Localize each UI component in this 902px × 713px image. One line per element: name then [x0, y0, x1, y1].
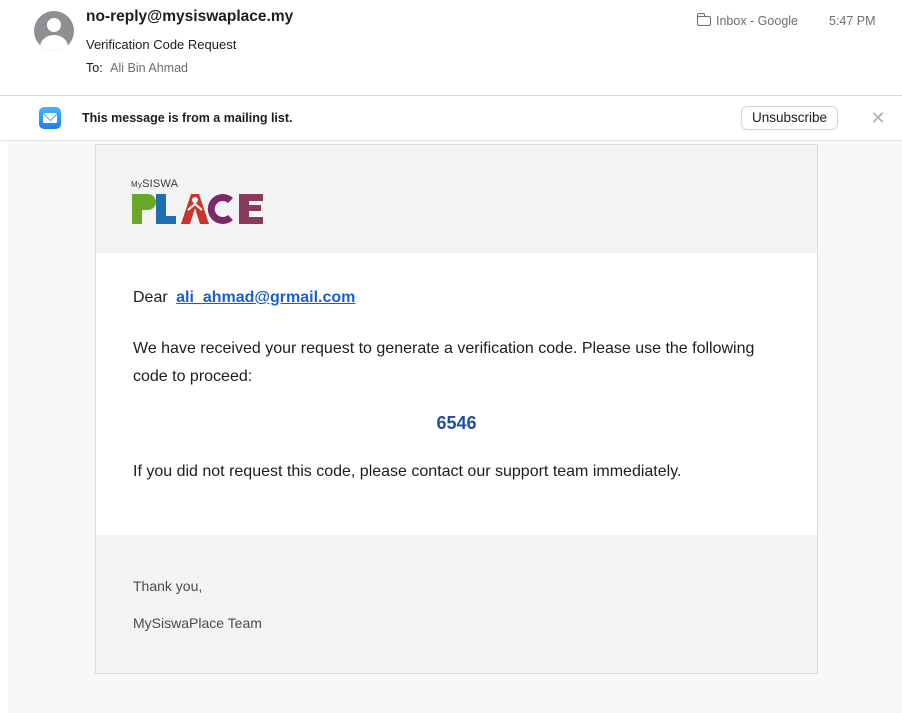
closing-thanks: Thank you,: [133, 578, 203, 594]
logo-word-graphic: [132, 194, 263, 224]
email-card-header: MySISWA: [96, 145, 817, 253]
avatar-body: [40, 35, 68, 51]
sender-avatar[interactable]: [34, 11, 74, 51]
mailing-list-notice: This message is from a mailing list.: [82, 111, 293, 125]
unsubscribe-button[interactable]: Unsubscribe: [741, 106, 839, 130]
envelope-icon: [43, 113, 57, 123]
folder-icon: [697, 13, 711, 26]
mysiswaplace-logo: MySISWA: [131, 178, 271, 234]
received-time: 5:47 PM: [829, 14, 876, 28]
recipient-email-link[interactable]: ali_ahmad@grmail.com: [176, 289, 355, 306]
sender-address[interactable]: no-reply@mysiswaplace.my: [86, 8, 293, 26]
to-label: To:: [86, 61, 103, 75]
email-card-footer: Thank you, MySiswaPlace Team: [96, 535, 817, 673]
mailbox-name: Inbox - Google: [716, 14, 798, 28]
greeting-prefix: Dear: [133, 289, 168, 306]
email-card: MySISWA Dear ali_ahmad@grmail.com We hav…: [95, 144, 818, 674]
message-subject: Verification Code Request: [86, 37, 237, 52]
email-card-body: Dear ali_ahmad@grmail.com We have receiv…: [96, 253, 817, 535]
mailbox-label[interactable]: Inbox - Google: [697, 13, 798, 28]
support-notice: If you did not request this code, please…: [133, 463, 682, 480]
avatar-head: [47, 18, 61, 32]
recipient-line: To: Ali Bin Ahmad: [86, 61, 188, 75]
message-header: no-reply@mysiswaplace.my Verification Co…: [0, 0, 902, 95]
recipient-name[interactable]: Ali Bin Ahmad: [110, 61, 188, 75]
mailing-list-banner: This message is from a mailing list. Uns…: [0, 96, 902, 141]
greeting: Dear ali_ahmad@grmail.com: [133, 289, 355, 307]
request-paragraph: We have received your request to generat…: [133, 340, 755, 385]
verification-code: 6546: [436, 413, 477, 433]
signature-team: MySiswaPlace Team: [133, 615, 262, 631]
message-body-area: MySISWA Dear ali_ahmad@grmail.com We hav…: [8, 141, 902, 713]
mail-app-icon: [39, 107, 61, 129]
close-icon[interactable]: ✕: [869, 109, 887, 128]
